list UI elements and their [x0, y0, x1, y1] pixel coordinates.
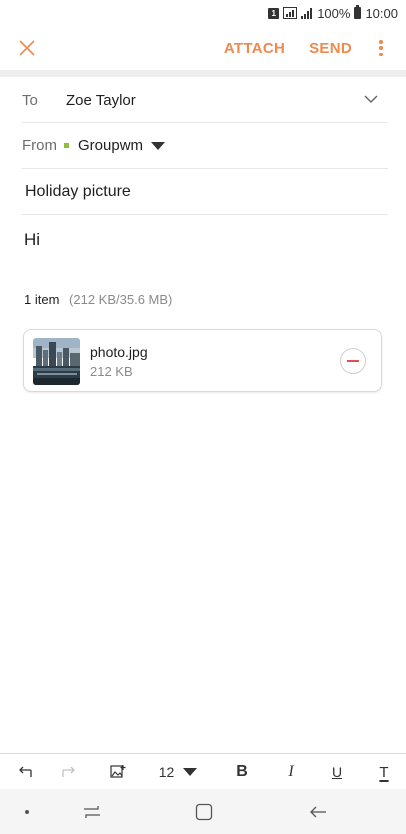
dropdown-caret-icon[interactable]: [151, 142, 166, 150]
font-size-value: 12: [158, 764, 175, 780]
status-bar: 1 100% 10:00: [0, 0, 406, 26]
send-button[interactable]: SEND: [309, 40, 352, 57]
attachment-size-total: (212 KB/35.6 MB): [69, 292, 173, 307]
undo-icon[interactable]: [10, 754, 38, 790]
italic-label: I: [288, 763, 294, 780]
underline-label: U: [331, 764, 343, 780]
system-navigation-bar: [0, 789, 406, 834]
text-style-label: T: [379, 763, 389, 781]
subject-input[interactable]: Holiday picture: [25, 183, 131, 201]
attachment-file-name: photo.jpg: [90, 344, 148, 360]
bold-label: B: [236, 763, 248, 780]
wifi-signal-icon: [283, 7, 298, 19]
subject-field[interactable]: Holiday picture: [22, 169, 388, 215]
home-icon[interactable]: [190, 789, 218, 834]
to-label: To: [22, 91, 38, 109]
to-recipient[interactable]: Zoe Taylor: [66, 92, 136, 109]
more-options-icon[interactable]: [376, 37, 386, 59]
bold-button[interactable]: B: [228, 754, 256, 790]
attachment-card[interactable]: photo.jpg 212 KB: [23, 329, 382, 392]
sim-card-icon: 1: [268, 7, 280, 19]
from-label: From: [22, 137, 57, 154]
signal-strength-icon: [301, 7, 313, 19]
text-style-button[interactable]: T: [370, 754, 398, 790]
from-account[interactable]: Groupwm: [78, 137, 143, 154]
attachment-count: 1 item: [24, 292, 60, 307]
font-size-dropdown-icon: [183, 768, 198, 776]
minus-icon: [347, 360, 359, 362]
underline-button[interactable]: U: [323, 754, 351, 790]
formatting-toolbar: 12 B I U T: [0, 753, 406, 789]
app-bar: ATTACH SEND: [0, 26, 406, 70]
attach-button[interactable]: ATTACH: [224, 40, 285, 57]
close-icon[interactable]: [16, 37, 38, 59]
redo-icon[interactable]: [56, 754, 84, 790]
to-field[interactable]: To Zoe Taylor: [22, 78, 388, 123]
attachment-file-size: 212 KB: [90, 364, 133, 379]
italic-button[interactable]: I: [277, 754, 305, 790]
recent-apps-icon[interactable]: [78, 789, 106, 834]
message-body[interactable]: Hi: [24, 230, 40, 250]
photo-thumbnail: [33, 338, 80, 385]
battery-icon: [354, 5, 362, 19]
chevron-down-icon[interactable]: [364, 94, 378, 104]
insert-image-icon[interactable]: [104, 754, 132, 790]
clock: 10:00: [365, 5, 398, 21]
from-field[interactable]: From Groupwm: [22, 123, 388, 169]
attachment-summary: 1 item (212 KB/35.6 MB): [24, 292, 172, 307]
back-icon[interactable]: [304, 789, 332, 834]
remove-attachment-button[interactable]: [340, 348, 366, 374]
header-divider: [0, 70, 406, 77]
battery-percent: 100%: [317, 5, 351, 21]
nav-dot-icon[interactable]: [14, 789, 40, 834]
font-size-selector[interactable]: 12: [152, 754, 204, 790]
account-color-dot: [64, 143, 69, 148]
